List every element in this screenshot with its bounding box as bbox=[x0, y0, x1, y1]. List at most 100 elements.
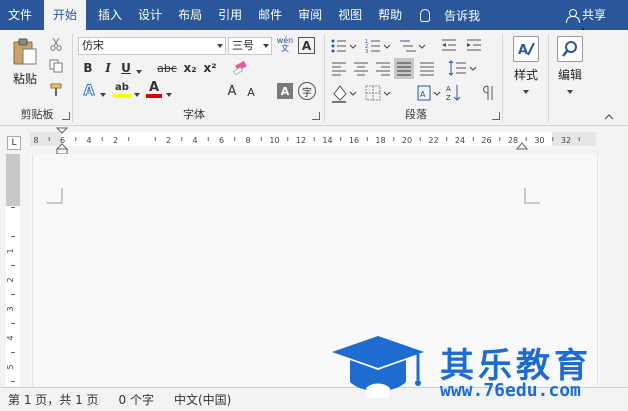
crop-mark-top-left bbox=[47, 188, 63, 204]
svg-text:A: A bbox=[518, 43, 528, 58]
tab-selector[interactable]: L bbox=[7, 136, 21, 150]
word-count[interactable]: 0 个字 bbox=[119, 391, 154, 408]
cut-icon[interactable] bbox=[48, 36, 64, 52]
strikethrough-button[interactable]: abc bbox=[156, 60, 178, 76]
sort-icon: AZ bbox=[446, 85, 461, 102]
vertical-ruler[interactable]: 1112345 bbox=[6, 154, 20, 386]
numbering-icon: 1 2 3 bbox=[365, 39, 391, 55]
vertical-ruler-tick-label: 3 bbox=[6, 306, 15, 311]
separator bbox=[72, 34, 73, 122]
ruler-tick-label: 8 bbox=[245, 136, 250, 145]
indent-markers-icon[interactable] bbox=[56, 127, 68, 155]
highlight-color-swatch bbox=[113, 94, 131, 98]
paragraph-launcher-icon[interactable] bbox=[492, 112, 500, 120]
tell-me-box[interactable]: 告诉我 bbox=[420, 7, 480, 24]
ruler-tick-label: 8 bbox=[33, 136, 38, 145]
tab-view[interactable]: 视图 bbox=[330, 0, 370, 30]
chevron-down-icon[interactable] bbox=[166, 93, 172, 97]
superscript-button[interactable]: x² bbox=[202, 60, 218, 76]
clipboard-group-label: 剪贴板 bbox=[20, 108, 54, 121]
tab-help[interactable]: 帮助 bbox=[370, 0, 410, 30]
grow-font-button[interactable]: A bbox=[224, 82, 240, 100]
chevron-down-icon[interactable] bbox=[100, 93, 106, 97]
chevron-down-icon[interactable] bbox=[567, 90, 573, 94]
collapse-ribbon-icon[interactable] bbox=[604, 110, 614, 120]
ruler-tick-label: 6 bbox=[219, 136, 224, 145]
ruler-tick-label: 2 bbox=[113, 136, 118, 145]
chevron-down-icon[interactable] bbox=[217, 44, 223, 48]
ruler-tick-label: 2 bbox=[166, 136, 171, 145]
vertical-ruler-tick-label: 4 bbox=[6, 335, 15, 340]
paragraph-top-row: 1 2 3 bbox=[331, 39, 481, 55]
lightbulb-icon bbox=[420, 8, 431, 22]
copy-icon[interactable] bbox=[48, 58, 64, 74]
page-count[interactable]: 第 1 页，共 1 页 bbox=[8, 391, 99, 408]
align-center-icon bbox=[354, 62, 368, 76]
language-indicator[interactable]: 中文(中国) bbox=[174, 391, 231, 408]
styles-button[interactable]: A 样式 bbox=[508, 36, 544, 97]
right-indent-marker-icon[interactable] bbox=[516, 140, 528, 150]
chevron-down-icon[interactable] bbox=[136, 70, 142, 74]
justify-icon bbox=[394, 58, 414, 79]
decrease-indent-icon bbox=[442, 39, 456, 51]
tell-me-label: 告诉我 bbox=[444, 8, 481, 23]
font-size-combo[interactable]: 三号 bbox=[228, 37, 272, 55]
underline-button[interactable]: U bbox=[118, 60, 134, 76]
chevron-down-icon[interactable] bbox=[134, 93, 140, 97]
paragraph-mid-row bbox=[332, 58, 477, 79]
font-color-button[interactable]: A bbox=[146, 80, 162, 95]
ribbon-tab-bar: 文件 开始 插入 设计 布局 引用 邮件 审阅 视图 帮助 告诉我 共享 bbox=[0, 0, 628, 30]
enclose-characters-button[interactable]: 字 bbox=[298, 82, 316, 100]
horizontal-ruler[interactable]: 8 6 4 2 2 4 6 8 10 12 14 16 18 20 22 24 26 28 30 32 bbox=[30, 132, 596, 146]
clipboard-launcher-icon[interactable] bbox=[62, 112, 70, 120]
ruler-tick-label: 12 bbox=[296, 136, 306, 145]
format-painter-icon[interactable] bbox=[48, 82, 64, 98]
ruler-tick-label: 10 bbox=[269, 136, 279, 145]
subscript-button[interactable]: x₂ bbox=[182, 60, 198, 76]
svg-text:A: A bbox=[420, 90, 426, 99]
horizontal-ruler-area: L 8 6 4 2 2 4 6 8 10 12 14 16 18 20 22 24 26 28 30 32 bbox=[0, 127, 628, 155]
ruler-tick-label: 20 bbox=[402, 136, 412, 145]
paragraph-group-label: 段落 bbox=[405, 108, 427, 121]
align-left-icon bbox=[332, 62, 346, 76]
share-label: 共享 bbox=[581, 8, 606, 22]
paste-button[interactable]: 粘贴 bbox=[13, 70, 37, 87]
font-launcher-icon[interactable] bbox=[312, 112, 320, 120]
char-border-icon[interactable]: A bbox=[298, 37, 315, 54]
vertical-ruler-tick-label: 2 bbox=[6, 277, 15, 282]
tab-file[interactable]: 文件 bbox=[0, 0, 40, 30]
ruler-margin-area bbox=[6, 154, 20, 206]
tab-layout[interactable]: 布局 bbox=[170, 0, 210, 30]
font-name-value: 仿宋 bbox=[82, 39, 104, 52]
tab-insert[interactable]: 插入 bbox=[90, 0, 130, 30]
tab-design[interactable]: 设计 bbox=[130, 0, 170, 30]
tab-references[interactable]: 引用 bbox=[210, 0, 250, 30]
font-name-combo[interactable]: 仿宋 bbox=[78, 37, 226, 55]
bold-button[interactable]: B bbox=[80, 60, 96, 76]
clear-formatting-icon[interactable] bbox=[232, 59, 250, 77]
text-effects-button[interactable]: A bbox=[80, 82, 98, 100]
share-button[interactable]: 共享 bbox=[565, 0, 606, 30]
chevron-down-icon[interactable] bbox=[523, 90, 529, 94]
font-color-swatch bbox=[146, 94, 162, 98]
person-icon bbox=[565, 8, 580, 23]
svg-text:Z: Z bbox=[446, 94, 451, 102]
tab-mailings[interactable]: 邮件 bbox=[250, 0, 290, 30]
tab-review[interactable]: 审阅 bbox=[290, 0, 330, 30]
tab-home[interactable]: 开始 bbox=[44, 0, 87, 30]
ruler-tick-label: 32 bbox=[561, 136, 571, 145]
editing-label: 编辑 bbox=[557, 68, 582, 82]
paragraph-bottom-row: A AZ bbox=[332, 85, 493, 103]
char-shading-button[interactable]: A bbox=[277, 83, 293, 99]
ruler-tick-label: 4 bbox=[192, 136, 197, 145]
italic-button[interactable]: I bbox=[100, 60, 116, 76]
editing-button[interactable]: 编辑 bbox=[552, 36, 588, 97]
multilevel-list-icon bbox=[400, 40, 426, 52]
ruler-tick-label: 14 bbox=[322, 136, 332, 145]
distributed-icon bbox=[420, 62, 434, 76]
phonetic-guide-icon[interactable]: wén 文 bbox=[275, 35, 295, 55]
font-size-value: 三号 bbox=[232, 39, 254, 52]
shrink-font-button[interactable]: A bbox=[244, 84, 258, 100]
chevron-down-icon[interactable] bbox=[263, 44, 269, 48]
highlight-button[interactable]: ab bbox=[113, 80, 131, 94]
